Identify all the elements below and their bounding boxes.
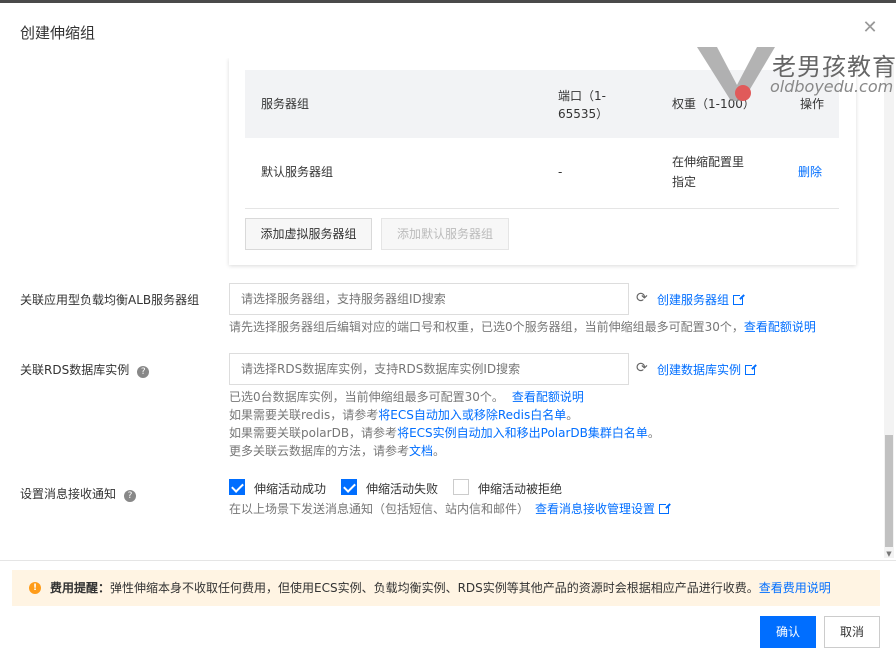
notify-hint: 在以上场景下发送消息通知（包括短信、站内信和邮件） 查看消息接收管理设置	[229, 501, 672, 518]
logo-icon	[697, 47, 775, 101]
quota-link[interactable]: 查看配额说明	[512, 390, 584, 404]
scroll-thumb[interactable]	[885, 435, 893, 547]
rds-instance-input[interactable]	[229, 353, 629, 385]
watermark-logo: 老男孩教育 oldboyedu.com	[695, 45, 896, 105]
col-port-line1: 端口（1-	[558, 89, 606, 103]
alb-label: 关联应用型负载均衡ALB服务器组	[20, 293, 200, 307]
warning-icon: !	[29, 582, 41, 594]
redis-whitelist-link[interactable]: 将ECS自动加入或移除Redis白名单	[378, 408, 566, 422]
create-db-instance-link[interactable]: 创建数据库实例	[657, 361, 758, 378]
rds-hint-3: 如果需要关联polarDB，请参考将ECS实例自动加入和移出PolarDB集群白…	[229, 426, 660, 440]
rds-hint-2: 如果需要关联redis，请参考将ECS自动加入或移除Redis白名单。	[229, 408, 579, 422]
cell-port: -	[558, 165, 563, 179]
cell-weight-line1: 在伸缩配置里	[672, 155, 745, 169]
checkbox-rejected-label[interactable]: 伸缩活动被拒绝	[478, 480, 562, 497]
close-icon[interactable]: ✕	[862, 19, 878, 37]
alb-server-group-input[interactable]	[229, 283, 629, 315]
cost-notice: ! 费用提醒：弹性伸缩本身不收取任何费用，但使用ECS实例、负载均衡实例、RDS…	[12, 570, 880, 606]
notify-label: 设置消息接收通知?	[20, 485, 137, 502]
external-link-icon	[733, 293, 746, 305]
alb-hint: 请先选择服务器组后编辑对应的端口号和权重，已选0个服务器组，当前伸缩组最多可配置…	[229, 320, 816, 334]
cell-weight-line2: 指定	[672, 175, 697, 189]
table-row: 默认服务器组 - 在伸缩配置里 指定 删除	[245, 138, 839, 209]
external-link-icon	[659, 502, 672, 514]
create-server-group-link[interactable]: 创建服务器组	[657, 291, 746, 308]
add-virtual-server-group-button[interactable]: 添加虚拟服务器组	[245, 218, 372, 250]
cell-group: 默认服务器组	[261, 165, 334, 179]
help-icon[interactable]: ?	[137, 366, 150, 378]
cost-details-link[interactable]: 查看费用说明	[759, 581, 831, 595]
message-settings-link[interactable]: 查看消息接收管理设置	[535, 502, 672, 516]
quota-link[interactable]: 查看配额说明	[744, 320, 816, 334]
delete-link[interactable]: 删除	[798, 162, 822, 182]
scrollbar[interactable]: ▼	[884, 60, 894, 558]
refresh-icon[interactable]: ⟳	[636, 361, 650, 375]
top-border	[0, 0, 896, 3]
add-default-server-group-button[interactable]: 添加默认服务器组	[381, 218, 509, 250]
docs-link[interactable]: 文档	[409, 444, 433, 458]
help-icon[interactable]: ?	[124, 490, 137, 502]
scroll-down-icon[interactable]: ▼	[885, 550, 893, 558]
dialog-title: 创建伸缩组	[20, 24, 96, 42]
rds-hint-4: 更多关联云数据库的方法，请参考文档。	[229, 444, 446, 458]
checkbox-success[interactable]	[229, 479, 245, 495]
external-link-icon	[745, 363, 758, 375]
dialog-body[interactable]: 服务器组 端口（1- 65535） 权重（1-100） 操作 默认服务器组 - …	[0, 58, 896, 560]
footer-divider	[0, 560, 896, 561]
watermark-site: oldboyedu.com	[770, 77, 894, 96]
refresh-icon[interactable]: ⟳	[636, 291, 650, 305]
col-server-group: 服务器组	[261, 97, 310, 111]
rds-hint-1: 已选0台数据库实例，当前伸缩组最多可配置30个。 查看配额说明	[229, 390, 584, 404]
confirm-button[interactable]: 确认	[760, 616, 816, 648]
cancel-button[interactable]: 取消	[824, 616, 880, 648]
checkbox-success-label[interactable]: 伸缩活动成功	[254, 480, 326, 497]
col-port-line2: 65535）	[558, 107, 609, 121]
rds-label: 关联RDS数据库实例?	[20, 361, 150, 378]
polardb-whitelist-link[interactable]: 将ECS实例自动加入和移出PolarDB集群白名单	[397, 426, 648, 440]
checkbox-rejected[interactable]	[453, 479, 469, 495]
checkbox-failed[interactable]	[341, 479, 357, 495]
checkbox-failed-label[interactable]: 伸缩活动失败	[366, 480, 438, 497]
